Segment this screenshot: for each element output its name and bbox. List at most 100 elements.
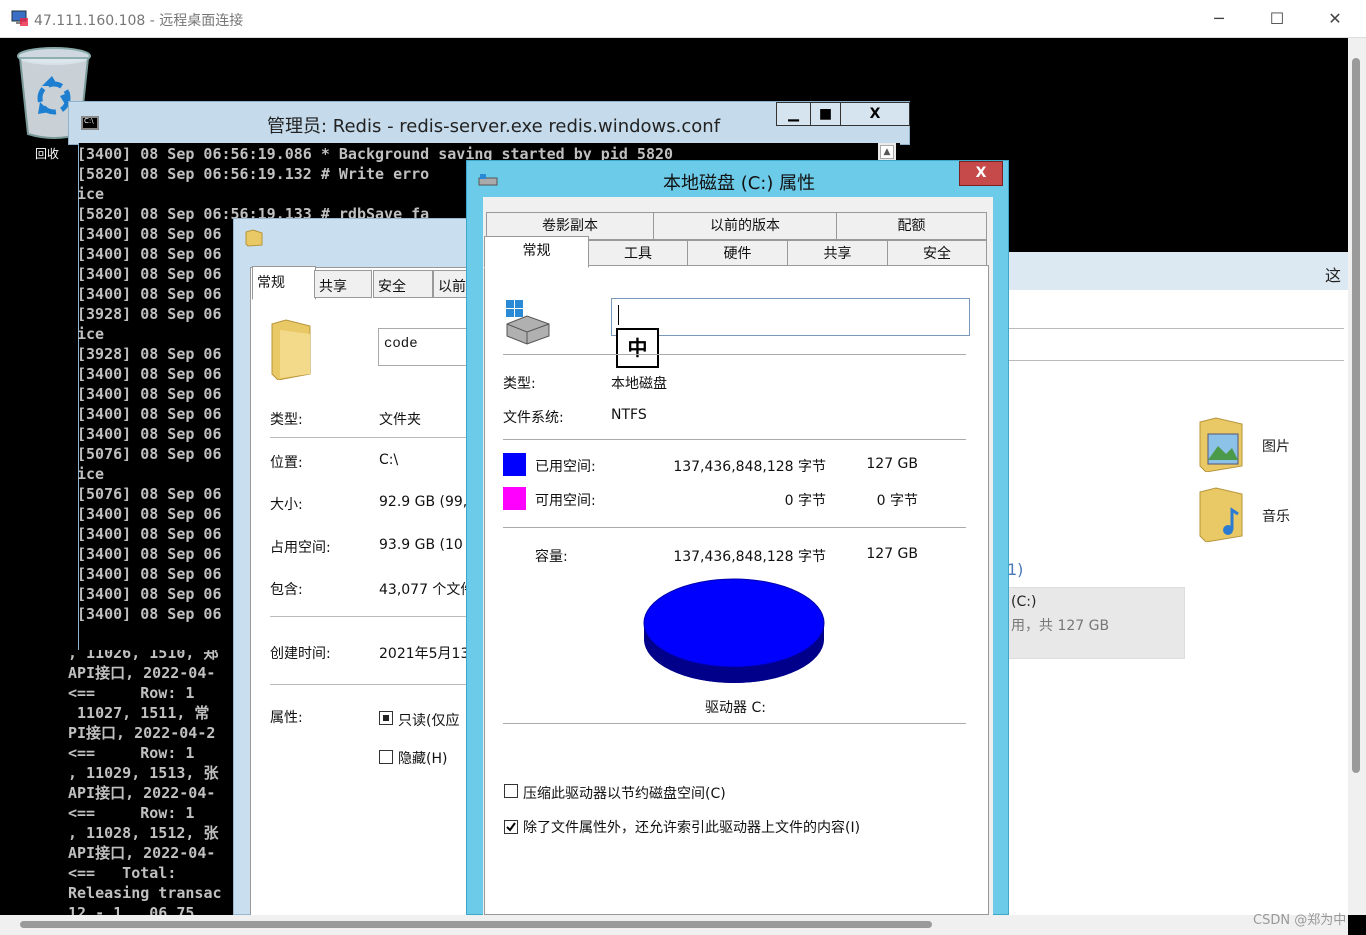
divider (1000, 360, 1344, 361)
console-maximize-button[interactable]: ■ (811, 103, 841, 125)
lower-console-lines: , 11026, 1510, 郑 API接口, 2022-04- <== Row: … (68, 650, 222, 915)
filesystem-label: 文件系统: (503, 410, 564, 426)
console-icon: C:\ (81, 116, 99, 130)
size-value: 92.9 GB (99, (379, 494, 468, 510)
divider (270, 684, 480, 685)
divider (503, 527, 966, 528)
size-label: 大小: (270, 497, 303, 513)
drive-properties-title: 本地磁盘 (C:) 属性 (663, 173, 816, 194)
created-label: 创建时间: (270, 646, 331, 662)
used-space-gb: 127 GB (866, 456, 918, 472)
check-icon (506, 822, 516, 832)
readonly-label: 只读(仅应 (398, 713, 460, 729)
console-line: <== Row: 1 (68, 684, 195, 702)
explorer-window[interactable]: 这 (1000, 252, 1348, 915)
divider (270, 616, 480, 617)
index-label: 除了文件属性外，还允许索引此驱动器上文件的内容(I) (523, 820, 861, 836)
divider (503, 354, 966, 355)
free-space-label: 可用空间: (535, 493, 596, 509)
tab-quota[interactable]: 配额 (836, 212, 987, 240)
capacity-label: 容量: (535, 549, 568, 565)
type-label: 类型: (270, 412, 303, 428)
rdp-horizontal-scrollbar[interactable] (0, 915, 1348, 935)
console-line: 11027, 1511, 常 (68, 704, 210, 722)
drive-c-tile[interactable]: (C:) 用，共 127 GB (1000, 587, 1185, 659)
drive-c-info: 用，共 127 GB (1011, 618, 1110, 634)
rdp-vertical-scrollbar[interactable] (1348, 38, 1366, 915)
console-minimize-button[interactable]: ▁ (777, 103, 811, 125)
console-line: 12 - 1 06 75 (68, 904, 195, 915)
minimize-button[interactable]: ─ (1190, 0, 1248, 38)
tab-general[interactable]: 常规 (484, 236, 589, 268)
capacity-gb: 127 GB (866, 546, 918, 562)
drive-caption: 驱动器 C: (705, 700, 766, 716)
tab-previous-versions[interactable]: 以前的版本 (653, 212, 837, 240)
used-space-label: 已用空间: (535, 459, 596, 475)
music-folder-icon[interactable] (1198, 486, 1244, 542)
console-titlebar[interactable]: C:\ 管理员: Redis - redis-server.exe redis.… (68, 101, 910, 145)
capacity-bytes: 137,436,848,128 字节 (673, 549, 826, 565)
tab-sharing[interactable]: 共享 (787, 240, 888, 268)
free-space-swatch (503, 487, 526, 510)
text-caret (618, 305, 619, 325)
hidden-checkbox[interactable] (379, 750, 393, 764)
divider (503, 723, 966, 724)
music-label[interactable]: 音乐 (1262, 506, 1290, 526)
tab-general[interactable]: 常规 (252, 266, 316, 300)
used-space-swatch (503, 453, 526, 476)
compress-label: 压缩此驱动器以节约磁盘空间(C) (523, 786, 726, 802)
divider (1000, 328, 1344, 329)
readonly-checkbox[interactable] (379, 711, 393, 725)
tab-tools[interactable]: 工具 (588, 240, 688, 268)
contains-value: 43,077 个文件 (379, 582, 475, 598)
folder-properties-dialog[interactable] (233, 218, 474, 916)
console-line: API接口, 2022-04- (68, 784, 216, 802)
tab-hardware[interactable]: 硬件 (687, 240, 788, 268)
type-value: 本地磁盘 (611, 376, 667, 392)
console-close-button[interactable]: X (841, 103, 909, 125)
scrollbar-thumb[interactable] (1352, 58, 1360, 773)
attributes-label: 属性: (270, 710, 303, 726)
drive-label-input[interactable] (611, 298, 970, 336)
divider (503, 439, 966, 440)
free-space-bytes: 0 字节 (784, 493, 826, 509)
explorer-toolbar-text: 这 (1325, 266, 1342, 285)
ime-indicator[interactable]: 中 (616, 328, 659, 368)
compress-checkbox[interactable] (504, 784, 518, 798)
drives-group-count: 1) (1007, 560, 1024, 579)
tab-security[interactable]: 安全 (373, 270, 433, 298)
rdp-titlebar[interactable]: 47.111.160.108 - 远程桌面连接 ─ ☐ ✕ (0, 0, 1366, 38)
tab-security[interactable]: 安全 (887, 240, 987, 268)
disk-usage-pie-chart (643, 578, 825, 683)
close-button[interactable]: ✕ (1306, 0, 1364, 38)
maximize-button[interactable]: ☐ (1248, 0, 1306, 38)
used-space-bytes: 137,436,848,128 字节 (673, 459, 826, 475)
folder-icon (245, 229, 263, 247)
type-label: 类型: (503, 376, 536, 392)
created-value: 2021年5月13 (379, 646, 470, 662)
console-line: , 11029, 1513, 张 (68, 764, 219, 782)
remote-desktop-icon (11, 10, 28, 26)
drive-c-name: (C:) (1011, 594, 1037, 610)
folder-name-input[interactable]: code (378, 328, 478, 366)
console-window-controls: ▁ ■ X (776, 102, 910, 126)
recycle-bin-label: 回收 (35, 147, 60, 161)
pictures-label[interactable]: 图片 (1262, 436, 1290, 456)
scrollbar-thumb[interactable] (20, 921, 932, 928)
pictures-folder-icon[interactable] (1198, 416, 1244, 472)
console-line: <== Row: 1 (68, 744, 195, 762)
type-value: 文件夹 (379, 412, 421, 428)
console-line: Releasing transac (68, 884, 222, 902)
contains-label: 包含: (270, 582, 303, 598)
tab-sharing[interactable]: 共享 (314, 270, 372, 298)
explorer-toolbar: 这 (1000, 252, 1348, 290)
console-line: API接口, 2022-04- (68, 664, 216, 682)
free-space-gb: 0 字节 (876, 493, 918, 509)
index-checkbox[interactable] (504, 820, 518, 834)
scroll-up-arrow-icon[interactable]: ▲ (880, 145, 894, 159)
hidden-label: 隐藏(H) (398, 751, 448, 767)
location-label: 位置: (270, 455, 303, 471)
console-line: <== Total: (68, 864, 186, 882)
console-line: <== Row: 1 (68, 804, 195, 822)
drive-properties-close-button[interactable]: X (959, 161, 1003, 186)
